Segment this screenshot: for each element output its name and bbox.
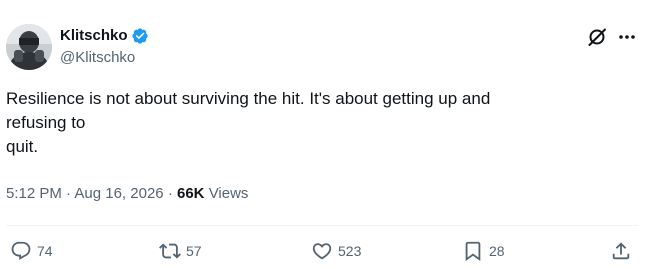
reply-button[interactable]: 74 (10, 239, 53, 263)
tweet-meta: 5:12 PM · Aug 16, 2026 · 66K Views (6, 184, 248, 204)
grok-icon (588, 28, 606, 46)
tweet-text-line: Resilience is not about surviving the hi… (6, 89, 491, 108)
like-button[interactable]: 523 (311, 239, 361, 263)
share-button[interactable] (610, 239, 632, 263)
retweet-count: 57 (186, 243, 202, 259)
views-count[interactable]: 66K (177, 185, 205, 202)
tweet-text-line: refusing to (6, 113, 86, 132)
bookmark-button[interactable]: 28 (462, 239, 505, 263)
more-options-button[interactable] (614, 25, 640, 49)
grok-button[interactable] (585, 25, 609, 49)
retweet-button[interactable]: 57 (159, 239, 202, 263)
avatar-photo (6, 24, 52, 70)
meta-separator: · (66, 185, 72, 202)
tweet-card: Klitschko @Klitschko Resilience is not a… (0, 0, 650, 269)
tweet-date[interactable]: Aug 16, 2026 (74, 185, 163, 202)
retweet-icon (159, 243, 181, 259)
verified-badge-icon[interactable] (131, 27, 149, 45)
tweet-text-line: quit. (6, 137, 39, 156)
views-label[interactable]: Views (209, 185, 249, 202)
author-handle[interactable]: @Klitschko (60, 48, 135, 68)
meta-separator: · (167, 185, 173, 202)
reply-icon (11, 241, 31, 260)
bookmark-count: 28 (489, 243, 505, 259)
like-count: 523 (338, 243, 362, 259)
divider (6, 225, 638, 226)
author-display-name[interactable]: Klitschko (60, 26, 128, 46)
avatar[interactable] (6, 24, 52, 70)
author-name-row: Klitschko (60, 26, 149, 46)
more-icon (619, 35, 635, 39)
bookmark-icon (465, 241, 481, 262)
share-icon (612, 242, 630, 260)
heart-icon (312, 243, 332, 260)
reply-count: 74 (37, 243, 53, 259)
tweet-time[interactable]: 5:12 PM (6, 185, 62, 202)
tweet-text: Resilience is not about surviving the hi… (6, 87, 606, 159)
